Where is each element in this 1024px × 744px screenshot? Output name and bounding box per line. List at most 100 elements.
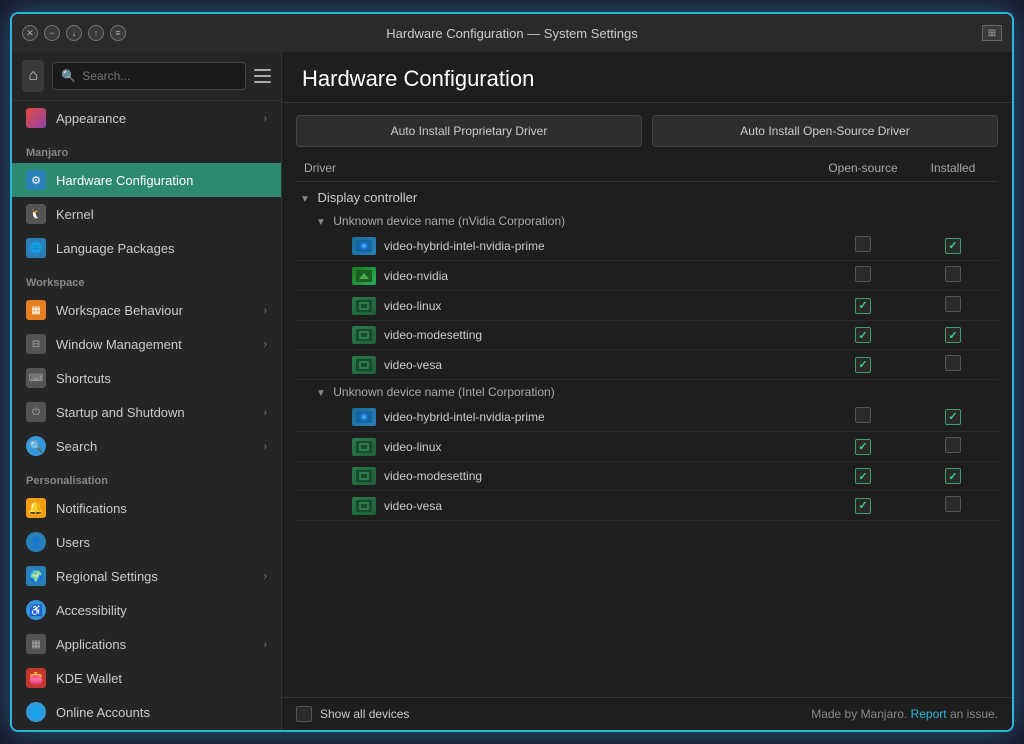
sidebar-item-accessibility[interactable]: ♿ Accessibility [12, 593, 281, 627]
col-installed-header: Installed [908, 155, 998, 182]
sidebar-item-window-management[interactable]: ⊟ Window Management › [12, 327, 281, 361]
sidebar-item-workspace-behaviour[interactable]: ▦ Workspace Behaviour › [12, 293, 281, 327]
driver-icon-nvidia-blue [352, 408, 376, 426]
maximize-up-button[interactable]: ↑ [88, 25, 104, 41]
opensource-checkbox[interactable]: ✓ [855, 298, 871, 314]
installed-checkbox[interactable] [945, 437, 961, 453]
opensource-check-cell [818, 261, 908, 291]
col-opensource-header: Open-source [818, 155, 908, 182]
installed-checkbox[interactable]: ✓ [945, 468, 961, 484]
driver-icon-nvidia-blue [352, 237, 376, 255]
opensource-check-cell: ✓ [818, 491, 908, 521]
users-icon: 👤 [26, 532, 46, 552]
sidebar-item-label: Shortcuts [56, 371, 267, 386]
auto-install-proprietary-button[interactable]: Auto Install Proprietary Driver [296, 115, 642, 147]
opensource-checkbox[interactable]: ✓ [855, 498, 871, 514]
installed-check-cell [908, 291, 998, 321]
sidebar-item-hardware-configuration[interactable]: ⚙ Hardware Configuration [12, 163, 281, 197]
sidebar-item-search[interactable]: 🔍 Search › [12, 429, 281, 463]
sidebar-item-regional-settings[interactable]: 🌍 Regional Settings › [12, 559, 281, 593]
sidebar-item-online-accounts[interactable]: 🌐 Online Accounts [12, 695, 281, 729]
auto-install-opensource-button[interactable]: Auto Install Open-Source Driver [652, 115, 998, 147]
driver-name: video-vesa [384, 499, 442, 513]
language-icon: 🌐 [26, 238, 46, 258]
chevron-right-icon: › [264, 441, 267, 452]
opensource-checkbox[interactable] [855, 407, 871, 423]
hamburger-button[interactable] [254, 64, 271, 88]
subsection-intel: ▼ Unknown device name (Intel Corporation… [296, 380, 998, 403]
installed-check-cell [908, 491, 998, 521]
sidebar-top: ⌂ 🔍 [12, 52, 281, 101]
installed-checkbox[interactable]: ✓ [945, 409, 961, 425]
opensource-check-cell [818, 231, 908, 261]
table-row: video-vesa ✓ [296, 491, 998, 521]
opensource-checkbox[interactable]: ✓ [855, 439, 871, 455]
sidebar-item-kernel[interactable]: 🐧 Kernel [12, 197, 281, 231]
chevron-right-icon: › [264, 339, 267, 350]
section-label-personalisation: Personalisation [12, 463, 281, 491]
opensource-checkbox[interactable] [855, 266, 871, 282]
sidebar-item-applications[interactable]: ▦ Applications › [12, 627, 281, 661]
expand-button[interactable]: ⊞ [982, 25, 1002, 41]
titlebar-right: ⊞ [982, 25, 1002, 41]
driver-name-cell: video-linux [304, 438, 810, 456]
show-all-devices-label: Show all devices [320, 707, 409, 721]
menu-button[interactable]: ≡ [110, 25, 126, 41]
installed-checkbox[interactable] [945, 355, 961, 371]
table-row: video-modesetting ✓ ✓ [296, 321, 998, 350]
footer-credits: Made by Manjaro. Report an issue. [811, 707, 998, 721]
driver-name-cell: video-hybrid-intel-nvidia-prime [304, 237, 810, 255]
minimize-button[interactable]: − [44, 25, 60, 41]
opensource-check-cell: ✓ [818, 321, 908, 350]
main-footer: Show all devices Made by Manjaro. Report… [282, 697, 1012, 730]
sidebar-scroll: Appearance › Manjaro ⚙ Hardware Configur… [12, 101, 281, 730]
driver-icon-chip [352, 438, 376, 456]
sidebar-item-label: Accessibility [56, 603, 267, 618]
made-by-text: Made by Manjaro. [811, 707, 907, 721]
opensource-checkbox[interactable]: ✓ [855, 468, 871, 484]
installed-checkbox[interactable] [945, 296, 961, 312]
installed-check-cell [908, 350, 998, 380]
sidebar-item-notifications[interactable]: 🔔 Notifications [12, 491, 281, 525]
installed-check-cell: ✓ [908, 462, 998, 491]
sidebar-item-shortcuts[interactable]: ⌨ Shortcuts [12, 361, 281, 395]
driver-icon-chip [352, 326, 376, 344]
opensource-checkbox[interactable]: ✓ [855, 357, 871, 373]
driver-icon-chip [352, 467, 376, 485]
home-button[interactable]: ⌂ [22, 60, 44, 92]
chevron-right-icon: › [264, 571, 267, 582]
sidebar-item-user-feedback[interactable]: 💬 User Feedback [12, 729, 281, 730]
sidebar-item-label: KDE Wallet [56, 671, 267, 686]
search-input[interactable] [82, 69, 237, 83]
subsection-label: Unknown device name (Intel Corporation) [333, 385, 554, 399]
close-button[interactable]: ✕ [22, 25, 38, 41]
sidebar-item-appearance[interactable]: Appearance › [12, 101, 281, 135]
opensource-check-cell: ✓ [818, 462, 908, 491]
maximize-down-button[interactable]: ↓ [66, 25, 82, 41]
installed-checkbox[interactable]: ✓ [945, 327, 961, 343]
opensource-checkbox[interactable] [855, 236, 871, 252]
installed-checkbox[interactable] [945, 266, 961, 282]
sidebar-item-language-packages[interactable]: 🌐 Language Packages [12, 231, 281, 265]
show-all-devices-checkbox[interactable] [296, 706, 312, 722]
installed-check-cell [908, 432, 998, 462]
installed-check-cell: ✓ [908, 402, 998, 432]
driver-name-cell: video-vesa [304, 497, 810, 515]
sidebar-item-kde-wallet[interactable]: 👛 KDE Wallet [12, 661, 281, 695]
sidebar-item-label: Regional Settings [56, 569, 254, 584]
report-link[interactable]: Report [911, 707, 947, 721]
driver-name-cell: video-modesetting [304, 467, 810, 485]
chevron-right-icon: › [264, 407, 267, 418]
driver-buttons-area: Auto Install Proprietary Driver Auto Ins… [282, 103, 1012, 155]
sidebar-item-label: Applications [56, 637, 254, 652]
regional-icon: 🌍 [26, 566, 46, 586]
sidebar-item-label: Window Management [56, 337, 254, 352]
sidebar-item-users[interactable]: 👤 Users [12, 525, 281, 559]
driver-table: Driver Open-source Installed ▼ Display c… [296, 155, 998, 521]
installed-checkbox[interactable]: ✓ [945, 238, 961, 254]
sidebar-item-startup-and-shutdown[interactable]: ⏻ Startup and Shutdown › [12, 395, 281, 429]
installed-check-cell [908, 261, 998, 291]
installed-checkbox[interactable] [945, 496, 961, 512]
content-area: ⌂ 🔍 Appearance › Manjaro [12, 52, 1012, 730]
opensource-checkbox[interactable]: ✓ [855, 327, 871, 343]
